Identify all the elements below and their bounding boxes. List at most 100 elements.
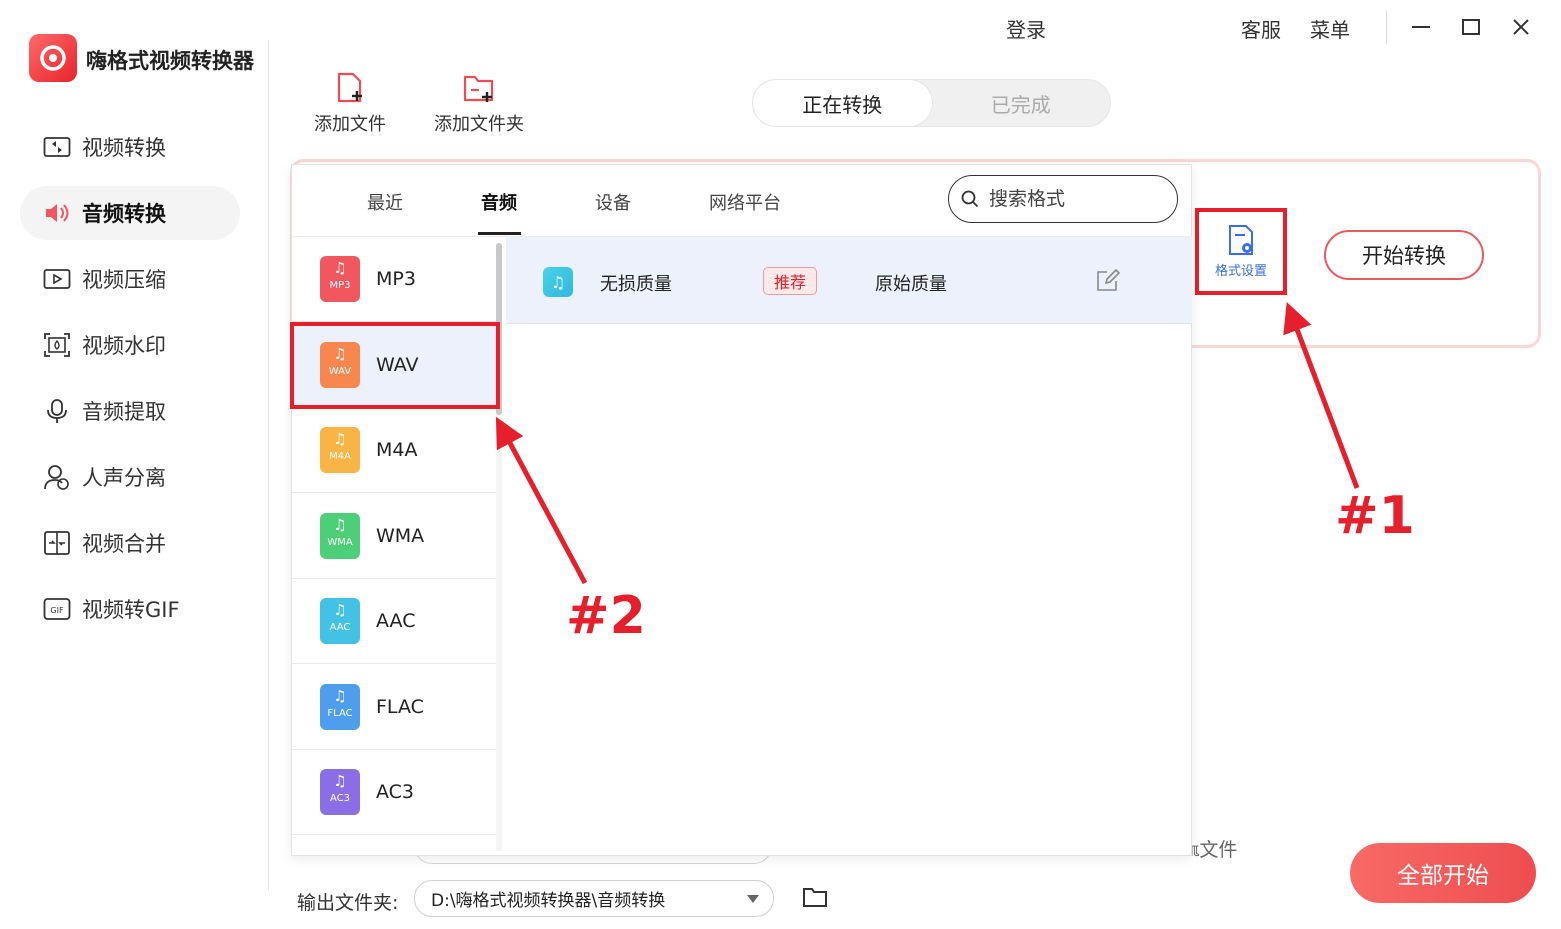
quality-option-row[interactable]: ♫ 无损质量 推荐 原始质量 — [506, 237, 1192, 324]
format-search[interactable] — [948, 175, 1178, 223]
start-all-button[interactable]: 全部开始 — [1350, 843, 1536, 903]
output-folder-label: 输出文件夹: — [297, 892, 399, 914]
music-note-icon: ♫ — [333, 516, 347, 534]
sidebar-item-video-convert[interactable]: 视频转换 — [20, 120, 240, 174]
sidebar-item-audio-extract[interactable]: 音频提取 — [20, 384, 240, 438]
sidebar-item-label: 音频转换 — [82, 202, 166, 226]
format-name: FLAC — [376, 696, 424, 718]
sidebar-item-video-watermark[interactable]: 视频水印 — [20, 318, 240, 372]
minimize-icon — [1412, 26, 1430, 28]
format-item-ac3[interactable]: ♫ AC3 AC3 — [292, 750, 496, 835]
chevron-down-icon — [747, 895, 759, 903]
format-tag: FLAC — [327, 708, 353, 719]
format-tag: AAC — [329, 622, 351, 633]
menu-button[interactable]: 菜单 — [1310, 14, 1350, 43]
audio-extract-icon — [42, 396, 72, 426]
sidebar-item-audio-convert[interactable]: 音频转换 — [20, 186, 240, 240]
format-file-icon: ♫ MP3 — [320, 256, 360, 302]
format-item-mp3[interactable]: ♫ MP3 MP3 — [292, 237, 496, 322]
music-note-icon: ♫ — [333, 687, 347, 705]
format-panel: 最近 音频 设备 网络平台 ♫MP3MP3♫WAVWAV♫M4AM4A♫WMAW… — [291, 164, 1192, 856]
format-tag: MP3 — [329, 280, 351, 291]
format-item-wma[interactable]: ♫ WMA WMA — [292, 494, 496, 579]
add-folder-button[interactable]: 添加文件夹 — [434, 72, 524, 136]
video-compress-icon — [42, 264, 72, 294]
edit-icon — [1097, 268, 1121, 291]
format-name: WMA — [376, 525, 425, 547]
sidebar-item-video-gif[interactable]: GIF 视频转GIF — [20, 582, 240, 636]
close-icon — [1513, 19, 1529, 35]
format-settings-button[interactable]: 格式设置 — [1195, 208, 1287, 295]
folder-icon — [803, 888, 827, 907]
format-name: AC3 — [376, 781, 415, 803]
output-folder-select[interactable]: D:\嗨格式视频转换器\音频转换 — [414, 880, 774, 917]
tab-recent[interactable]: 最近 — [367, 189, 403, 215]
sidebar-nav: 视频转换 音频转换 视频压缩 视频水印 音频提取 人声分离 视频合并 GIF 视… — [20, 120, 240, 648]
add-file-icon — [337, 72, 362, 103]
format-item-aac[interactable]: ♫ AAC AAC — [292, 579, 496, 664]
music-note-icon: ♫ — [333, 430, 347, 448]
video-convert-icon — [42, 132, 72, 162]
format-settings-label: 格式设置 — [1214, 264, 1267, 279]
wav-highlight-box — [290, 322, 500, 409]
add-folder-label: 添加文件夹 — [434, 114, 524, 135]
format-tag: WMA — [327, 537, 353, 548]
format-name: M4A — [376, 439, 418, 461]
music-note-icon: ♫ — [333, 601, 347, 619]
tab-audio[interactable]: 音频 — [481, 189, 517, 215]
status-tab-group: 正在转换 已完成 — [752, 79, 1111, 127]
search-icon — [961, 190, 979, 208]
audio-convert-icon — [42, 198, 72, 228]
tab-device[interactable]: 设备 — [595, 189, 631, 215]
tab-converting[interactable]: 正在转换 — [753, 80, 932, 126]
format-file-icon: ♫ WMA — [320, 513, 360, 559]
music-note-icon: ♫ — [333, 259, 347, 277]
partial-text: ℼ文件 — [1186, 839, 1238, 861]
maximize-icon — [1462, 19, 1480, 35]
app-logo — [29, 34, 77, 82]
sidebar-item-label: 视频转GIF — [82, 598, 180, 622]
login-button[interactable]: 登录 — [1006, 14, 1046, 43]
video-watermark-icon — [42, 330, 72, 360]
tab-web-platform[interactable]: 网络平台 — [709, 189, 781, 215]
format-name: AAC — [376, 610, 416, 632]
sidebar-item-vocal-separate[interactable]: 人声分离 — [20, 450, 240, 504]
edit-quality-button[interactable] — [1096, 268, 1121, 293]
recommended-badge: 推荐 — [763, 267, 817, 295]
format-settings-icon — [1229, 225, 1253, 255]
open-folder-button[interactable] — [802, 886, 828, 908]
format-tabs: 最近 音频 设备 网络平台 — [292, 165, 1192, 237]
topbar-divider — [1386, 10, 1387, 44]
music-note-icon: ♫ — [333, 772, 347, 790]
minimize-button[interactable] — [1406, 12, 1436, 42]
sidebar-item-label: 人声分离 — [82, 466, 166, 490]
format-item-m4a[interactable]: ♫ M4A M4A — [292, 408, 496, 493]
sidebar-item-label: 视频转换 — [82, 136, 166, 160]
format-file-icon: ♫ AC3 — [320, 769, 360, 815]
sidebar-item-video-compress[interactable]: 视频压缩 — [20, 252, 240, 306]
close-button[interactable] — [1506, 12, 1536, 42]
sidebar: 嗨格式视频转换器 视频转换 音频转换 视频压缩 视频水印 音频提取 人声分离 视… — [0, 0, 268, 929]
sidebar-item-label: 音频提取 — [82, 400, 166, 424]
sidebar-divider — [268, 40, 269, 890]
customer-service-button[interactable]: 客服 — [1241, 14, 1281, 43]
app-name: 嗨格式视频转换器 — [86, 49, 254, 73]
music-note-icon: ♫ — [543, 267, 573, 297]
start-convert-button[interactable]: 开始转换 — [1324, 230, 1484, 280]
format-tag: AC3 — [329, 793, 350, 804]
sidebar-item-label: 视频合并 — [82, 532, 166, 556]
sidebar-item-label: 视频水印 — [82, 334, 166, 358]
search-input[interactable] — [989, 188, 1149, 210]
format-item-flac[interactable]: ♫ FLAC FLAC — [292, 665, 496, 750]
svg-text:GIF: GIF — [50, 606, 64, 615]
maximize-button[interactable] — [1456, 12, 1486, 42]
add-file-button[interactable]: 添加文件 — [314, 72, 386, 136]
video-gif-icon: GIF — [42, 594, 72, 624]
add-file-label: 添加文件 — [314, 114, 386, 135]
format-tag: M4A — [329, 451, 351, 462]
sidebar-item-video-merge[interactable]: 视频合并 — [20, 516, 240, 570]
tab-done[interactable]: 已完成 — [932, 80, 1111, 126]
format-name: MP3 — [376, 268, 416, 290]
format-file-icon: ♫ M4A — [320, 427, 360, 473]
quality-name: 无损质量 — [600, 274, 672, 295]
